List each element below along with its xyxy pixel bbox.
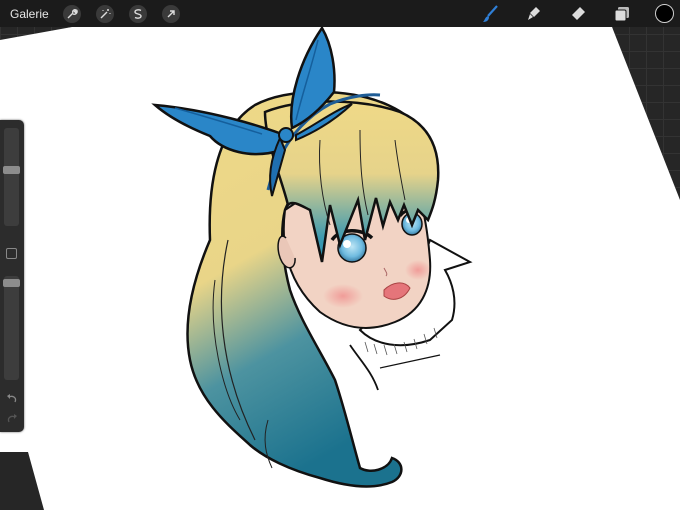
wrench-icon[interactable]	[62, 4, 81, 23]
color-picker-button[interactable]	[655, 4, 674, 23]
redo-icon[interactable]	[5, 412, 19, 426]
transform-arrow-icon[interactable]	[161, 4, 180, 23]
gallery-button[interactable]: Galerie	[10, 7, 49, 21]
brush-icon[interactable]	[479, 3, 501, 25]
drawing-canvas[interactable]	[0, 0, 680, 510]
modify-button[interactable]	[6, 248, 17, 259]
ribbon-knot	[278, 127, 294, 143]
eraser-icon[interactable]	[567, 3, 589, 25]
left-sidebar	[0, 120, 24, 432]
brush-opacity-thumb[interactable]	[3, 279, 20, 287]
undo-icon[interactable]	[5, 392, 19, 406]
top-toolbar: Galerie	[0, 0, 680, 27]
tool-group	[457, 0, 680, 27]
brush-size-slider[interactable]	[3, 128, 20, 226]
selection-s-icon[interactable]	[128, 4, 147, 23]
smudge-icon[interactable]	[523, 3, 545, 25]
magic-wand-icon[interactable]	[95, 4, 114, 23]
brush-size-thumb[interactable]	[3, 166, 20, 174]
brush-opacity-slider[interactable]	[3, 276, 20, 380]
layers-icon[interactable]	[611, 3, 633, 25]
